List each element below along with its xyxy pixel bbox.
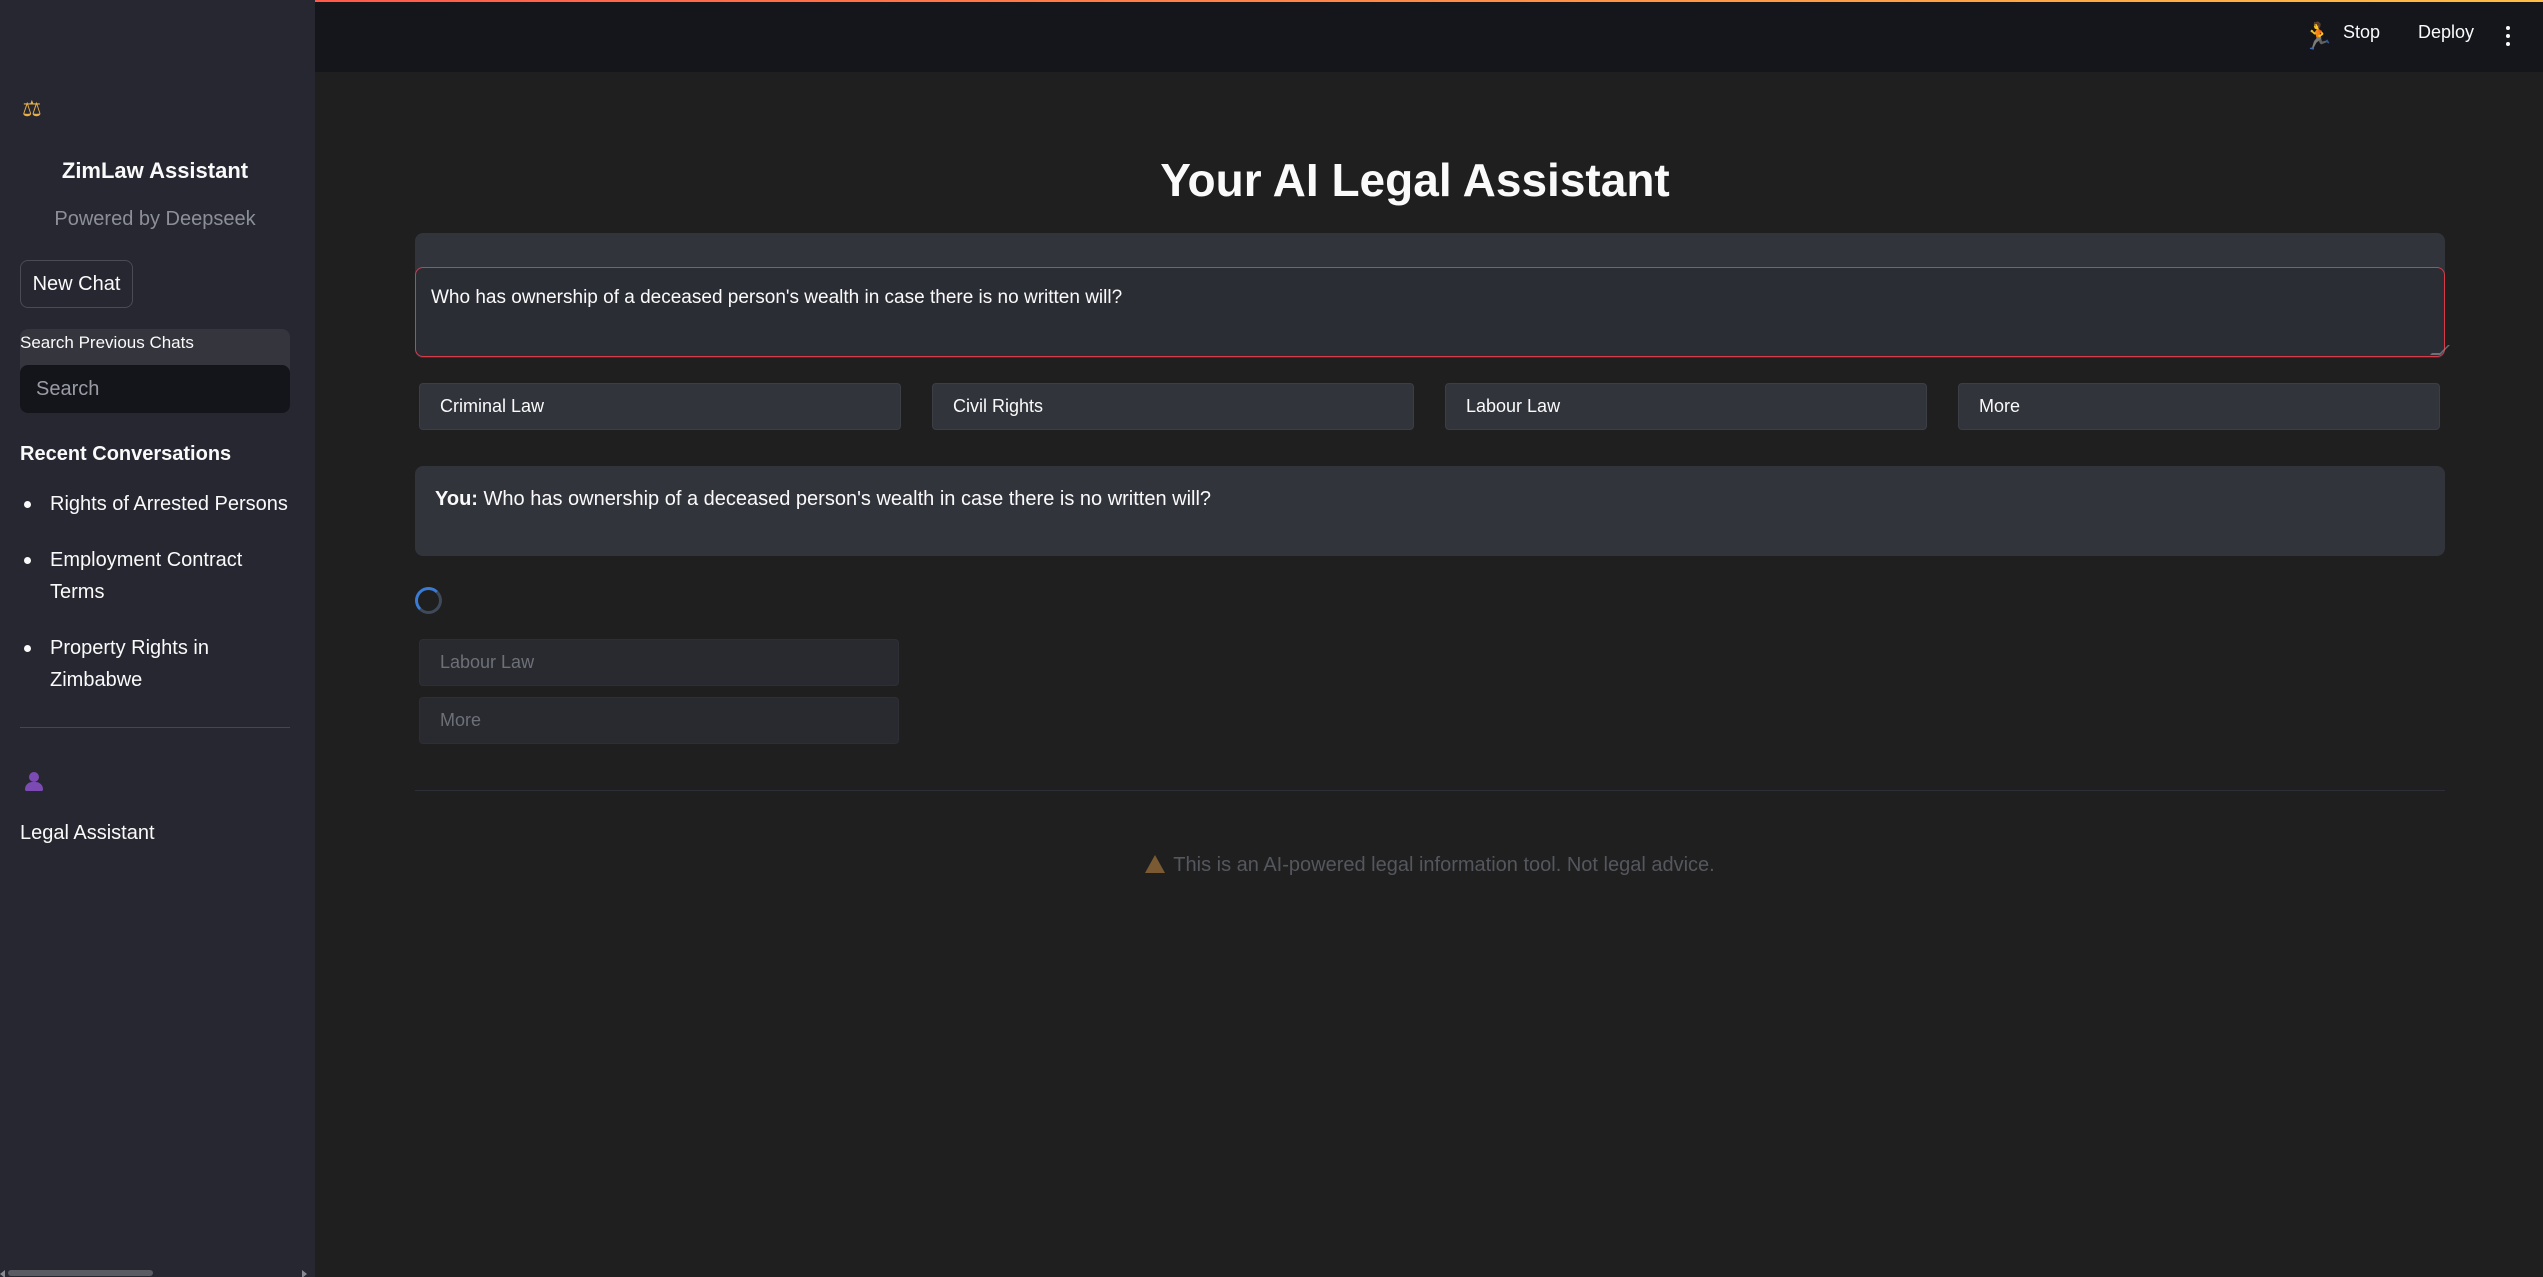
- sidebar-divider: [20, 727, 290, 728]
- category-button-labour-law[interactable]: Labour Law: [1445, 383, 1927, 430]
- scroll-left-icon[interactable]: [0, 1270, 5, 1277]
- deploy-button[interactable]: Deploy: [2418, 22, 2474, 43]
- category-button-more[interactable]: More: [1958, 383, 2440, 430]
- category-button-criminal-law[interactable]: Criminal Law: [419, 383, 901, 430]
- recent-conversation-item[interactable]: Property Rights in Zimbabwe: [20, 632, 220, 696]
- faded-button-labour-law[interactable]: Labour Law: [419, 639, 899, 686]
- scrollbar-thumb[interactable]: [8, 1270, 153, 1276]
- scroll-right-icon[interactable]: [302, 1270, 307, 1277]
- warning-icon: [1145, 855, 1166, 873]
- user-label: Legal Assistant: [20, 822, 155, 844]
- loading-spinner-icon: [415, 587, 442, 614]
- app-header: [315, 2, 2543, 72]
- sidebar: ⚖ ZimLaw Assistant Powered by Deepseek N…: [0, 0, 315, 1277]
- main-divider: [415, 790, 2445, 791]
- page-title: Your AI Legal Assistant: [1160, 154, 1670, 206]
- message-text: Who has ownership of a deceased person's…: [483, 488, 1212, 510]
- message-speaker: You:: [435, 488, 478, 510]
- question-input[interactable]: [415, 267, 2445, 357]
- disclaimer: This is an AI-powered legal information …: [415, 854, 2445, 877]
- category-button-civil-rights[interactable]: Civil Rights: [932, 383, 1414, 430]
- running-man-icon: 🏃: [2302, 21, 2335, 51]
- user-message: You: Who has ownership of a deceased per…: [415, 466, 2445, 556]
- recent-conversation-item[interactable]: Rights of Arrested Persons: [20, 488, 300, 520]
- faded-button-more[interactable]: More: [419, 697, 899, 744]
- recent-conversation-item[interactable]: Employment Contract Terms: [20, 544, 300, 608]
- search-input[interactable]: [20, 365, 290, 413]
- search-section: Search Previous Chats: [20, 329, 290, 413]
- recent-conversations-list: Rights of Arrested Persons Employment Co…: [20, 488, 300, 720]
- app-title: ZimLaw Assistant: [61, 158, 249, 183]
- recent-conversations-heading: Recent Conversations: [20, 443, 232, 465]
- kebab-menu-icon[interactable]: [2500, 24, 2516, 48]
- disclaimer-text: This is an AI-powered legal information …: [1173, 854, 1715, 876]
- scales-icon: ⚖: [22, 96, 42, 121]
- user-icon: [24, 770, 44, 794]
- powered-by-text: Powered by Deepseek: [54, 208, 256, 230]
- stop-button[interactable]: Stop: [2343, 22, 2380, 43]
- sidebar-scrollbar[interactable]: [0, 1266, 315, 1277]
- search-label: Search Previous Chats: [20, 333, 194, 352]
- new-chat-button[interactable]: New Chat: [20, 260, 133, 308]
